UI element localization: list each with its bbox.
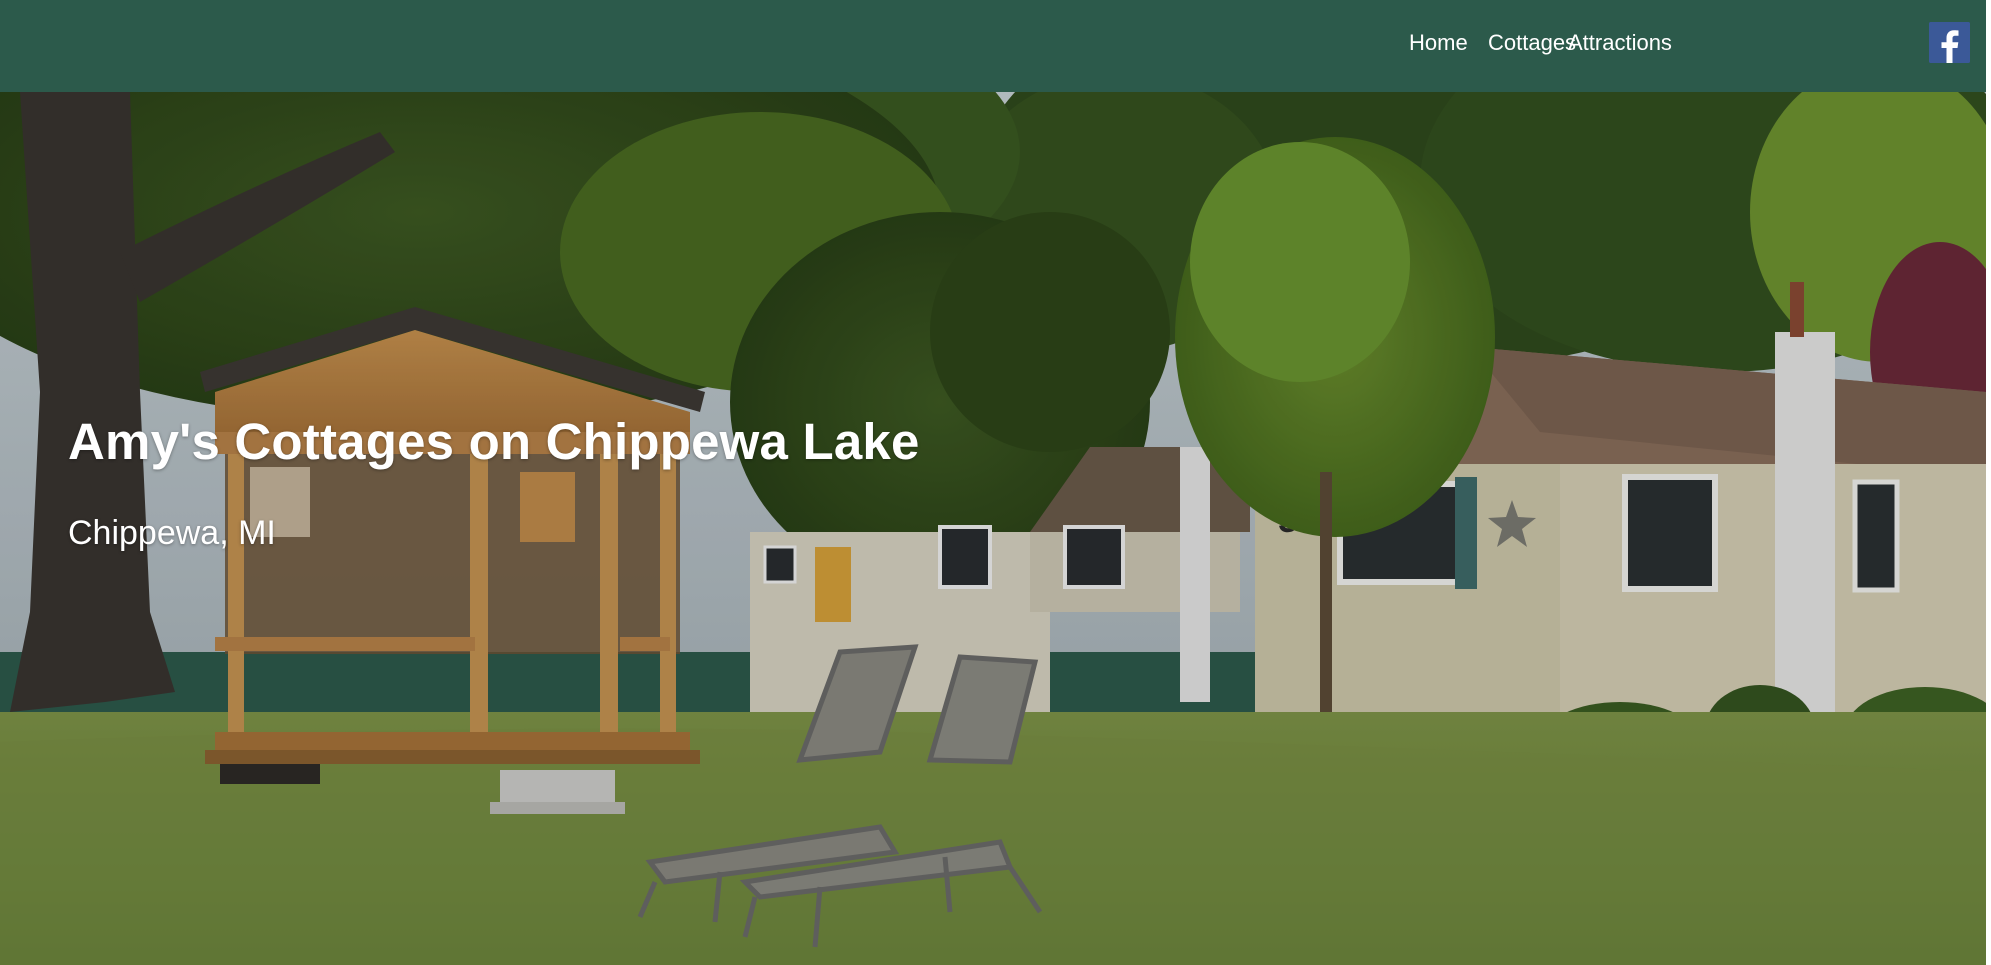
hero-section: 5 xyxy=(0,92,1986,965)
hero-overlay xyxy=(0,92,1986,965)
page: Home Cottages Attractions Amy's Cottages… xyxy=(0,0,1991,965)
top-navigation-bar: Home Cottages Attractions xyxy=(0,0,1986,92)
hero-title: Amy's Cottages on Chippewa Lake xyxy=(68,413,920,470)
nav-link-attractions[interactable]: Attractions xyxy=(1568,32,1672,54)
nav-link-home[interactable]: Home xyxy=(1409,32,1468,54)
hero-subtitle: Chippewa, MI xyxy=(68,514,276,552)
facebook-icon xyxy=(1929,22,1970,63)
nav-link-cottages[interactable]: Cottages xyxy=(1488,32,1576,54)
site-frame: Home Cottages Attractions Amy's Cottages… xyxy=(0,0,1986,965)
facebook-link[interactable] xyxy=(1929,22,1970,63)
right-gutter xyxy=(1986,0,1991,965)
